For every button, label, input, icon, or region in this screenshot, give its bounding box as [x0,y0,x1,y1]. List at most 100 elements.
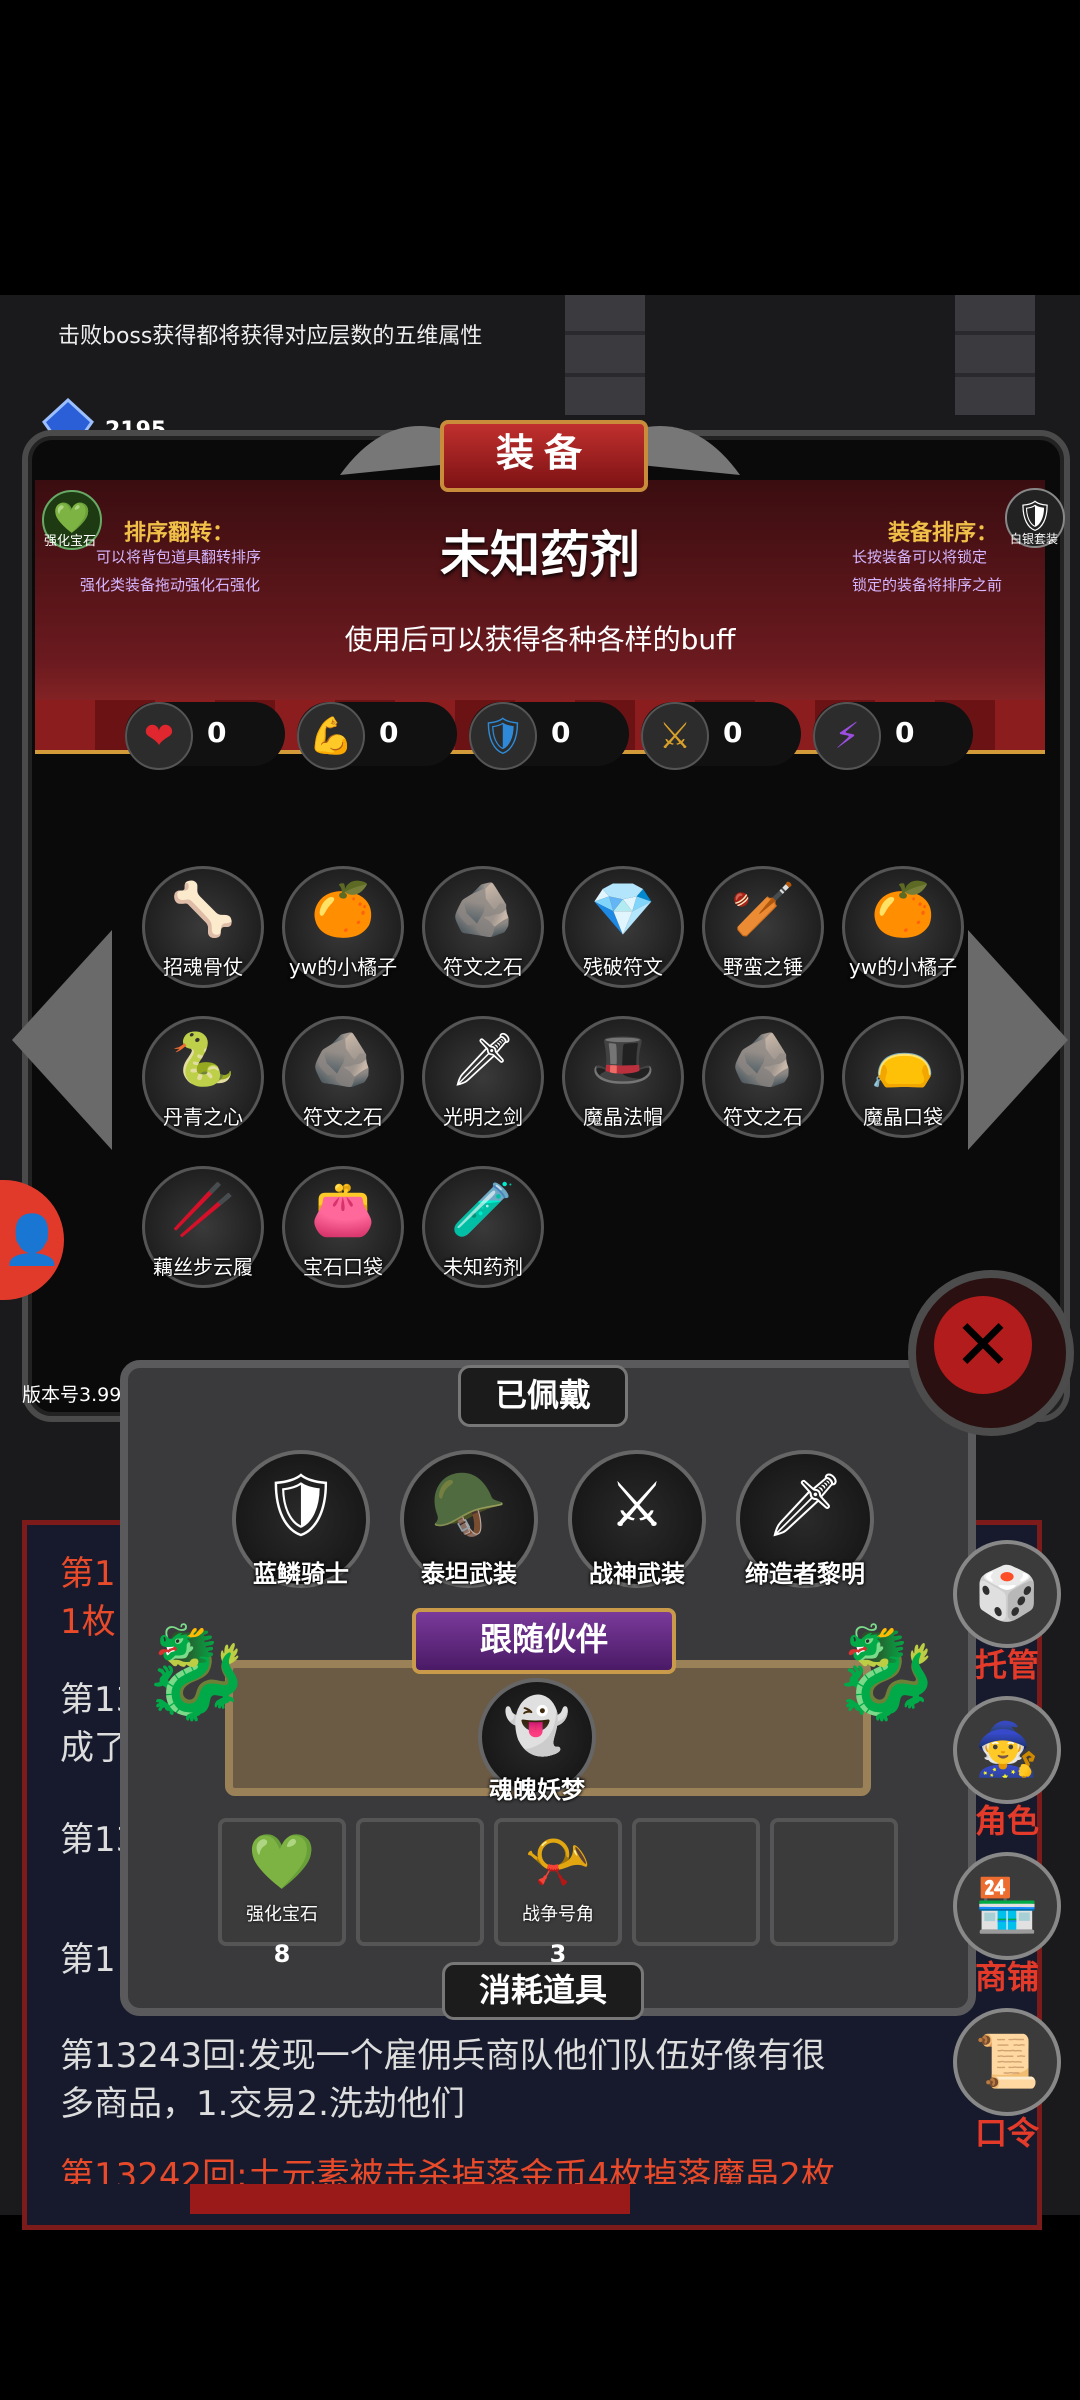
defense-icon: 🛡 [469,702,537,770]
inventory-slot[interactable]: 💎 残破符文 [562,866,684,988]
log-line: 第1 [60,1554,116,1594]
companion-header: 跟随伙伴 [412,1608,676,1674]
inventory-slot[interactable]: 🥢 藕丝步云履 [142,1166,264,1288]
character-icon: 🧙 [953,1696,1061,1804]
heart-icon: ❤ [125,702,193,770]
character-button[interactable]: 🧙 角色 [952,1696,1062,1842]
strength-icon: 💪 [297,702,365,770]
log-line: 1枚 [60,1602,116,1642]
consumable-slot[interactable] [770,1818,898,1946]
inventory-slot[interactable]: 🪨 符文之石 [282,1016,404,1138]
inventory-slot[interactable]: 👝 魔晶口袋 [842,1016,964,1138]
shop-button[interactable]: 🏪 商铺 [952,1852,1062,1998]
item-label: 光明之剑 [443,1105,523,1129]
inventory-slot[interactable]: 🍊 yw的小橘子 [282,866,404,988]
equipped-header: 已佩戴 [458,1365,628,1427]
stat-defense: 🛡 0 [469,702,629,770]
consumable-slot[interactable]: 💚 强化宝石 8 [218,1818,346,1968]
inventory-slot[interactable]: 🧪 未知药剂 [422,1166,544,1288]
menu-label: 角色 [974,1802,1039,1840]
item-label: 残破符文 [583,955,663,979]
item-label: 丹青之心 [163,1105,243,1129]
item-icon: 💎 [590,880,656,940]
item-label: 符文之石 [723,1105,803,1129]
next-page-arrow[interactable] [968,930,1068,1150]
equip-label: 缔造者黎明 [745,1560,865,1588]
inventory-slot[interactable]: 🪨 符文之石 [422,866,544,988]
selected-item-description: 使用后可以获得各种各样的buff [344,623,736,656]
inventory-slot[interactable]: 👛 宝石口袋 [282,1166,404,1288]
item-icon: 🗡 [449,1030,516,1090]
item-icon: 🦴 [170,880,236,940]
inventory-slot[interactable]: 🎩 魔晶法帽 [562,1016,684,1138]
stat-value: 0 [207,716,227,749]
shop-icon: 🏪 [953,1852,1061,1960]
boss-tip-text: 击败boss获得都将获得对应层数的五维属性 [58,324,483,349]
log-line: 第1 [60,1940,116,1980]
item-icon: 🐍 [170,1030,236,1090]
inventory-slot[interactable]: 🏏 野蛮之锤 [702,866,824,988]
consumable-slot[interactable]: 📯 战争号角 3 [494,1818,622,1968]
stat-attack: ⚔ 0 [641,702,801,770]
close-button[interactable]: ✕ [908,1270,1074,1436]
item-label: 魔晶口袋 [863,1105,943,1129]
stat-strength: 💪 0 [297,702,457,770]
inventory-slot[interactable]: 🗡 光明之剑 [422,1016,544,1138]
log-scroll-highlight [190,2184,630,2214]
consumables-header: 消耗道具 [442,1962,644,2020]
consumable-label: 强化宝石 [246,1904,318,1925]
log-line: 多商品，1.交易2.洗劫他们 [60,2084,465,2124]
equipped-slot[interactable]: 🗡 缔造者黎明 [736,1450,874,1588]
close-icon: ✕ [934,1296,1032,1394]
item-icon: 🧪 [450,1180,516,1240]
equipped-slot[interactable]: 🪖 泰坦武装 [400,1450,538,1588]
menu-label: 口令 [974,2114,1039,2152]
item-label: 符文之石 [303,1105,383,1129]
version-label: 版本号3.99 [22,1384,122,1406]
item-icon: 👝 [870,1030,936,1090]
item-icon: 🪨 [450,880,516,940]
equip-label: 蓝鳞骑士 [253,1560,349,1588]
item-icon: 🍊 [870,880,936,940]
item-icon: 🪨 [730,1030,796,1090]
consumable-icon: 📯 [524,1830,592,1893]
companion-slot[interactable]: 👻 魂魄妖梦 [478,1678,596,1804]
prev-page-arrow[interactable] [12,930,112,1150]
stat-value: 0 [551,716,571,749]
consumable-slot[interactable] [356,1818,484,1946]
inventory-slot[interactable]: 🪨 符文之石 [702,1016,824,1138]
item-icon: 🪨 [310,1030,376,1090]
equipped-slot[interactable]: 🛡 蓝鳞骑士 [232,1450,370,1588]
equip-icon: 🪖 [430,1468,508,1541]
stat-health: ❤ 0 [125,702,285,770]
equip-label: 泰坦武装 [421,1560,517,1588]
magic-icon: ⚡ [813,702,881,770]
stat-value: 0 [723,716,743,749]
item-icon: 🥢 [170,1180,236,1240]
castle-pillar [955,295,1035,415]
menu-label: 商铺 [974,1958,1039,1996]
equip-icon: 🗡 [765,1468,845,1541]
consumable-slot[interactable] [632,1818,760,1946]
equip-icon: 🛡 [261,1468,341,1541]
attack-icon: ⚔ [641,702,709,770]
log-line: 成了 [60,1728,128,1768]
item-label: 藕丝步云履 [153,1255,253,1279]
inventory-slot[interactable]: 🐍 丹青之心 [142,1016,264,1138]
inventory-slot[interactable]: 🍊 yw的小橘子 [842,866,964,988]
auto-play-button[interactable]: 🎲 托管 [952,1540,1062,1686]
consumable-label: 战争号角 [522,1904,594,1925]
stat-value: 0 [379,716,399,749]
menu-label: 托管 [974,1646,1039,1684]
inventory-slot[interactable]: 🦴 招魂骨仗 [142,866,264,988]
item-icon: 🎩 [590,1030,656,1090]
companion-label: 魂魄妖梦 [489,1776,585,1804]
scroll-icon: 📜 [953,2008,1061,2116]
equipped-slot[interactable]: ⚔ 战神武装 [568,1450,706,1588]
item-label: 未知药剂 [443,1255,523,1279]
code-button[interactable]: 📜 口令 [952,2008,1062,2154]
item-label: 符文之石 [443,955,523,979]
consumable-count: 8 [273,1940,291,1968]
panel-title: 装备 [440,420,648,492]
item-label: 野蛮之锤 [723,955,803,979]
